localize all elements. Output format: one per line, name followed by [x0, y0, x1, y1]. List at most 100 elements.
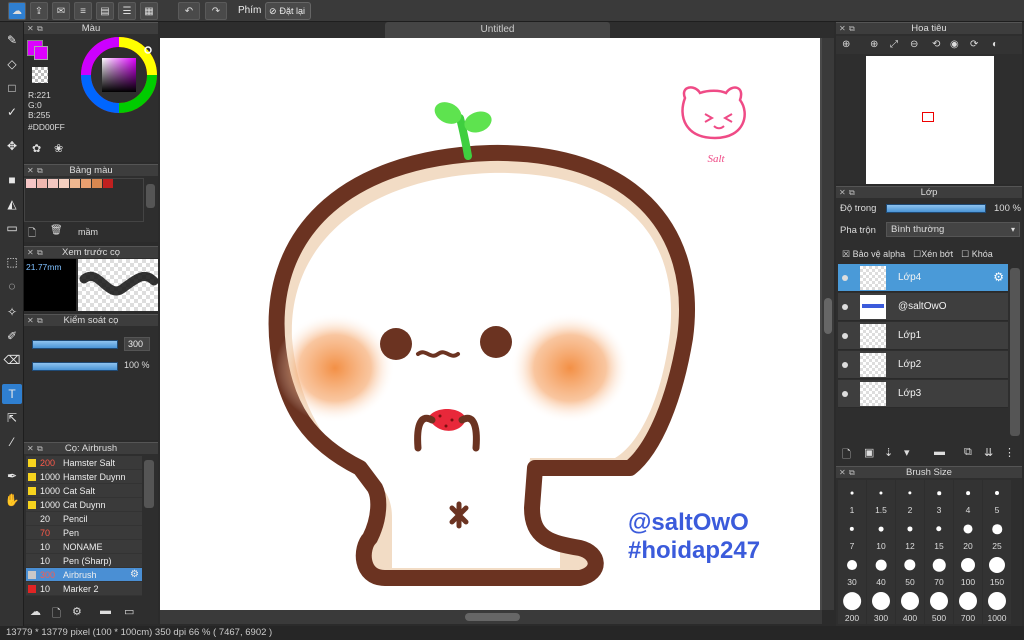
brush-size-cell[interactable]: 40 [867, 552, 895, 588]
brush-size-cell[interactable]: 12 [896, 516, 924, 552]
vscroll-thumb[interactable] [824, 298, 832, 334]
move-tool-icon[interactable]: ✥ [2, 136, 22, 156]
brush-size-cell[interactable]: 7 [838, 516, 866, 552]
popout-icon[interactable]: ⧉ [37, 165, 43, 176]
import-layer-icon[interactable]: ⇣ [884, 446, 893, 459]
folder-icon[interactable]: ▬ [934, 446, 945, 458]
popout-icon[interactable]: ⧉ [849, 187, 855, 198]
lasso-tool-icon[interactable]: ◌ [2, 276, 22, 296]
brush-size-cell[interactable]: 3 [925, 480, 953, 516]
duplicate-layer-icon[interactable]: ⧉ [964, 446, 972, 459]
palette-scrollbar[interactable] [146, 184, 155, 208]
brush-size-cell[interactable]: 15 [925, 516, 953, 552]
brush-size-cell[interactable]: 70 [925, 552, 953, 588]
undo-icon[interactable]: ↶ [178, 2, 200, 20]
brush-list-item[interactable]: 10 NONAME [26, 540, 142, 554]
brush-list-item[interactable]: 20 Pencil [26, 512, 142, 526]
close-icon[interactable]: ✕ [27, 23, 34, 34]
layer-row[interactable]: Lớp2 [838, 351, 1008, 379]
hand-tool-icon[interactable]: ✋ [2, 490, 22, 510]
dropper-tool-icon[interactable]: ✒ [2, 466, 22, 486]
layer-settings-icon[interactable]: ⚙ [993, 270, 1004, 284]
close-icon[interactable]: ✕ [27, 443, 34, 454]
grid-icon[interactable]: ▦ [140, 2, 158, 20]
new-page-icon[interactable]: 🗋 [28, 226, 36, 243]
fit-icon[interactable]: ⤢ [890, 39, 898, 50]
brush-size-cell[interactable]: 1.5 [867, 480, 895, 516]
brush-list-item[interactable]: 200 Hamster Salt [26, 456, 142, 470]
brush-size-cell[interactable]: 400 [896, 588, 924, 624]
brush-list-item[interactable]: 1000 Hamster Duynn [26, 470, 142, 484]
popout-icon[interactable]: ⧉ [37, 247, 43, 258]
brush-size-cell[interactable]: 30 [838, 552, 866, 588]
brush-menu-icon[interactable]: ⚙ [72, 605, 82, 618]
navigator-viewport[interactable] [922, 112, 934, 122]
brush-list-item[interactable]: 300 Airbrush ⚙ [26, 568, 142, 582]
page-icon[interactable]: ▤ [96, 2, 114, 20]
rotate-reset-icon[interactable]: ◉ [950, 39, 959, 50]
popout-icon[interactable]: ⧉ [37, 315, 43, 326]
brush-size-cell[interactable]: 300 [867, 588, 895, 624]
brush-list-scrollbar[interactable] [144, 460, 154, 508]
popout-icon[interactable]: ⧉ [849, 23, 855, 34]
blend-mode-select[interactable]: Bình thường ▾ [886, 222, 1020, 237]
close-icon[interactable]: ✕ [27, 165, 34, 176]
merge-layer-icon[interactable]: ⇊ [984, 446, 993, 459]
visibility-icon[interactable] [842, 333, 848, 339]
brush-list-item[interactable]: 10 Marker 2 [26, 582, 142, 596]
artboard[interactable]: Salt @saltOwO #hoidap247 [160, 38, 820, 610]
hscroll-thumb[interactable] [465, 613, 520, 621]
menu-icon[interactable]: ≡ [74, 2, 92, 20]
cloud-icon[interactable]: ☁ [8, 2, 26, 20]
brush-size-cell[interactable]: 700 [954, 588, 982, 624]
operation-tool-icon[interactable]: ⇱ [2, 408, 22, 428]
layer-row[interactable]: Lớp3 [838, 380, 1008, 408]
new-layer-icon[interactable]: 🗋 [842, 446, 851, 465]
layer-row[interactable]: @saltOwO [838, 293, 1008, 321]
zoom-in-icon[interactable]: ⊕ [870, 39, 878, 50]
layer-row[interactable]: Lớp1 [838, 322, 1008, 350]
brush-size-cell[interactable]: 20 [954, 516, 982, 552]
brush-list-item[interactable]: 1000 Cat Salt [26, 484, 142, 498]
more-options-icon[interactable]: ⋮ [1004, 446, 1015, 459]
close-icon[interactable]: ✕ [27, 247, 34, 258]
select-eraser-tool-icon[interactable]: ⌫ [2, 350, 22, 370]
close-icon[interactable]: ✕ [27, 315, 34, 326]
brush-size-input[interactable]: 300 [124, 337, 150, 351]
eraser-tool-icon[interactable]: ◇ [2, 54, 22, 74]
new-layer-type-icon[interactable]: ▣ [864, 446, 874, 459]
popout-icon[interactable]: ⧉ [37, 23, 43, 34]
trash-icon[interactable]: 🗑 [50, 225, 63, 236]
brush-opacity-slider[interactable] [32, 362, 118, 371]
lock-checkbox[interactable]: ☐ Khóa [961, 249, 993, 260]
dot-pen-tool-icon[interactable]: ✓ [2, 102, 22, 122]
brush-size-cell[interactable]: 2 [896, 480, 924, 516]
magic-wand-tool-icon[interactable]: ✧ [2, 302, 22, 322]
brush-size-cell[interactable]: 1000 [983, 588, 1011, 624]
share-icon[interactable]: ⇪ [30, 2, 48, 20]
visibility-icon[interactable] [842, 391, 848, 397]
reset-button[interactable]: ⊘ Đặt lại [265, 2, 312, 20]
protect-alpha-checkbox[interactable]: ☒ Bảo vệ alpha [842, 249, 905, 260]
visibility-icon[interactable] [842, 362, 848, 368]
close-icon[interactable]: ✕ [839, 187, 846, 198]
flip-icon[interactable]: ◐ [992, 39, 998, 50]
fill-rect-tool-icon[interactable]: ■ [2, 170, 22, 190]
eyedropper-tool-icon[interactable]: ⁄ [2, 432, 22, 452]
zoom-icon[interactable]: ⊕ [842, 39, 850, 50]
select-tool-icon[interactable]: ⬚ [2, 252, 22, 272]
brush-size-cell[interactable]: 1 [838, 480, 866, 516]
chat-icon[interactable]: ✉ [52, 2, 70, 20]
brush-size-cell[interactable]: 150 [983, 552, 1011, 588]
rotate-right-icon[interactable]: ⟳ [970, 39, 978, 50]
navigator-thumbnail[interactable] [866, 56, 994, 184]
shortcuts-label[interactable]: Phím [238, 5, 261, 16]
brush-size-cell[interactable]: 10 [867, 516, 895, 552]
brush-size-cell[interactable]: 500 [925, 588, 953, 624]
gradient-tool-icon[interactable]: ▭ [2, 218, 22, 238]
popout-icon[interactable]: ⧉ [37, 443, 43, 454]
brush-size-cell[interactable]: 4 [954, 480, 982, 516]
layer-menu-icon[interactable]: ▾ [904, 446, 910, 459]
cloud-brush-icon[interactable]: ☁ [30, 605, 41, 618]
bucket-tool-icon[interactable]: ◭ [2, 194, 22, 214]
